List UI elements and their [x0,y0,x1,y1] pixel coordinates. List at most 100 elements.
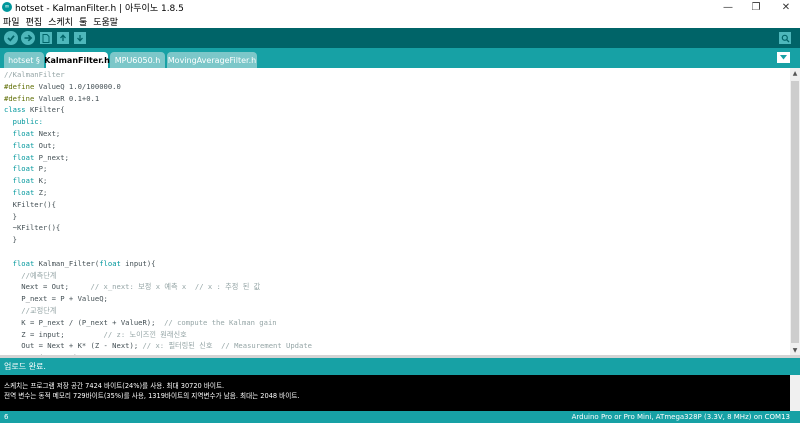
menu-bar: 파일 편집 스케치 툴 도움말 [0,14,800,28]
code-token: float [4,140,35,150]
scroll-down-icon[interactable]: ▼ [790,345,800,355]
code-line: float Kalman_Filter(float input){ [4,258,156,270]
code-line: P_next = P + ValueQ; [4,293,108,305]
editor-scrollbar[interactable]: ▲ ▼ [790,68,800,355]
restore-icon[interactable]: ❐ [745,0,767,14]
code-line: public: [4,116,43,128]
save-icon[interactable] [74,32,86,44]
code-token: Z = input; [4,329,104,339]
code-token: #define [4,81,35,91]
status-message: 업로드 완료. [0,358,800,375]
code-token: KFilter{ [25,105,65,115]
status-bar: 6 Arduino Pro or Pro Mini, ATmega328P (3… [0,411,800,423]
code-token: public: [4,117,43,127]
console-line: 스케치는 프로그램 저장 공간 7424 바이트(24%)를 사용. 최대 30… [4,382,225,390]
code-line: float Next; [4,128,61,140]
code-token: // z: 노이즈낀 원래신호 [103,329,187,339]
arduino-icon: ∞ [2,2,12,12]
code-line: K = P_next / (P_next + ValueR); // compu… [4,317,277,329]
code-line: class KFilter{ [4,104,65,116]
menu-sketch[interactable]: 스케치 [45,15,76,28]
line-number: 6 [4,413,9,421]
console-line: 전역 변수는 동적 메모리 729바이트(35%)를 사용, 1319바이트의 … [4,392,300,400]
code-line: Z = input; // z: 노이즈낀 원래신호 [4,329,187,341]
code-token: ValueQ 1.0/100000.0 [34,81,121,91]
code-line: #define ValueR 0.1+0.1 [4,93,99,105]
menu-file[interactable]: 파일 [0,15,23,28]
close-icon[interactable]: ✕ [775,0,797,14]
code-token: KFilter(){ [4,199,56,209]
code-line: float K; [4,175,48,187]
tab-movingaveragefilter[interactable]: MovingAverageFilter.h [167,52,257,68]
scroll-up-icon[interactable]: ▲ [790,68,800,78]
tab-strip: hotset § KalmanFilter.h MPU6050.h Moving… [0,48,800,68]
code-token: } [4,211,17,221]
code-line: Next = Out; // x_next: 보정 x 예측 x // x : … [4,281,260,293]
minimize-icon[interactable]: — [717,0,739,14]
code-token: float [4,164,35,174]
code-token: input){ [120,258,156,268]
code-token: float [99,258,121,268]
code-token: // x_next: 보정 x 예측 x // x : 추정 된 값 [90,282,261,292]
code-token: K = P_next / (P_next + ValueR); [4,317,165,327]
code-token: ~KFilter(){ [4,223,61,233]
code-line: ~KFilter(){ [4,222,61,234]
title-bar: ∞ hotset - KalmanFilter.h | 아두이노 1.8.5 —… [0,0,800,14]
toolbar [0,28,800,48]
serial-monitor-icon[interactable] [779,32,791,44]
open-icon[interactable] [57,32,69,44]
code-token: //예측단계 [4,270,57,280]
code-token: //교정단계 [4,306,57,315]
code-token: } [4,235,17,245]
code-token: Next; [34,129,61,138]
code-token: Out; [34,140,56,150]
code-token: float [4,258,35,268]
code-token: ValueR 0.1+0.1 [34,93,100,103]
tab-hotset[interactable]: hotset § [4,52,44,68]
new-icon[interactable] [40,32,52,44]
code-token: Out = Next + K* (Z - Next); [4,341,143,351]
upload-icon[interactable] [21,31,35,45]
code-token: K; [34,176,48,186]
menu-edit[interactable]: 편집 [23,15,46,28]
code-line: float P_next; [4,152,69,164]
verify-icon[interactable] [4,31,18,45]
scrollbar-thumb[interactable] [791,81,799,343]
board-info: Arduino Pro or Pro Mini, ATmega328P (3.3… [571,413,790,421]
code-line: KFilter(){ [4,199,56,211]
code-line: float Out; [4,140,56,152]
console-output: 스케치는 프로그램 저장 공간 7424 바이트(24%)를 사용. 최대 30… [0,375,800,411]
tab-mpu6050[interactable]: MPU6050.h [110,52,165,68]
code-line: } [4,211,17,223]
code-line: float Z; [4,187,48,199]
code-token: Z; [34,188,48,197]
code-line: Out = Next + K* (Z - Next); // x: 필터링된 신… [4,340,312,352]
code-token: #define [4,93,35,103]
code-line: //KalmanFilter [4,69,65,81]
code-token: class [4,105,26,115]
code-token: // x: 필터링된 신호 // Measurement Update [142,341,312,351]
menu-help[interactable]: 도움말 [90,15,121,28]
code-token: P_next = P + ValueQ; [4,294,108,304]
code-token: float [4,152,35,162]
code-line: } [4,234,17,246]
code-token: // compute the Kalman gain [164,317,277,327]
code-token: float [4,188,35,197]
code-token: float [4,176,35,186]
code-line: //교정단계 [4,305,56,317]
code-token: P_next; [34,152,69,162]
tab-kalmanfilter[interactable]: KalmanFilter.h [44,52,110,68]
window-title: hotset - KalmanFilter.h | 아두이노 1.8.5 [15,4,184,14]
code-token: float [4,129,35,138]
code-line: #define ValueQ 1.0/100000.0 [4,81,121,93]
tab-menu-button[interactable] [777,52,790,63]
console-scrollbar[interactable] [790,375,800,411]
code-token: Kalman_Filter( [34,258,100,268]
code-editor[interactable]: //KalmanFilter #define ValueQ 1.0/100000.… [0,68,790,355]
code-line: //예측단계 [4,270,56,282]
code-token: Next = Out; [4,282,91,292]
menu-tools[interactable]: 툴 [76,15,90,28]
code-token: P; [34,164,48,174]
code-token: //KalmanFilter [4,70,65,79]
code-line: float P; [4,163,48,175]
